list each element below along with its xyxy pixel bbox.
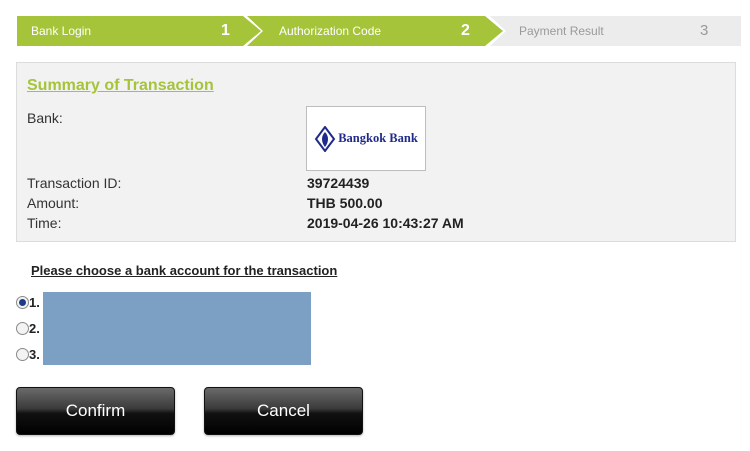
option-number: 1. <box>29 295 40 310</box>
radio-selected-icon[interactable] <box>16 296 29 309</box>
transaction-id-value: 39724439 <box>307 175 370 191</box>
progress-steps: Bank Login 1 Authorization Code 2 Paymen… <box>17 16 741 46</box>
transaction-summary-panel: Summary of Transaction Bank: Bangkok Ban… <box>16 62 736 242</box>
bank-logo: Bangkok Bank <box>306 106 426 171</box>
redacted-account-details <box>43 292 311 365</box>
time-label: Time: <box>27 215 62 231</box>
step-label: Bank Login <box>31 24 92 38</box>
step-label: Payment Result <box>519 24 604 38</box>
bank-label: Bank: <box>27 110 63 126</box>
step-bank-login: Bank Login 1 <box>17 16 261 46</box>
cancel-button[interactable]: Cancel <box>204 387 363 435</box>
time-value: 2019-04-26 10:43:27 AM <box>307 215 464 231</box>
step-label: Authorization Code <box>279 24 382 38</box>
radio-unselected-icon[interactable] <box>16 322 29 335</box>
summary-title: Summary of Transaction <box>27 77 214 94</box>
bank-logo-text: Bangkok Bank <box>338 131 418 145</box>
step-payment-result: Payment Result 3 <box>490 16 741 46</box>
step-authorization-code: Authorization Code 2 <box>247 16 503 46</box>
bangkok-bank-emblem-icon <box>314 125 336 152</box>
transaction-id-label: Transaction ID: <box>27 175 122 191</box>
step-number: 2 <box>461 22 470 39</box>
amount-label: Amount: <box>27 195 80 211</box>
step-number: 3 <box>700 22 709 39</box>
account-choice-title: Please choose a bank account for the tra… <box>31 263 338 278</box>
confirm-button[interactable]: Confirm <box>16 387 175 435</box>
payment-page: Bank Login 1 Authorization Code 2 Paymen… <box>0 0 750 451</box>
option-number: 2. <box>29 321 40 336</box>
step-number: 1 <box>221 22 230 39</box>
amount-value: THB 500.00 <box>307 195 383 211</box>
option-number: 3. <box>29 347 40 362</box>
radio-unselected-icon[interactable] <box>16 348 29 361</box>
